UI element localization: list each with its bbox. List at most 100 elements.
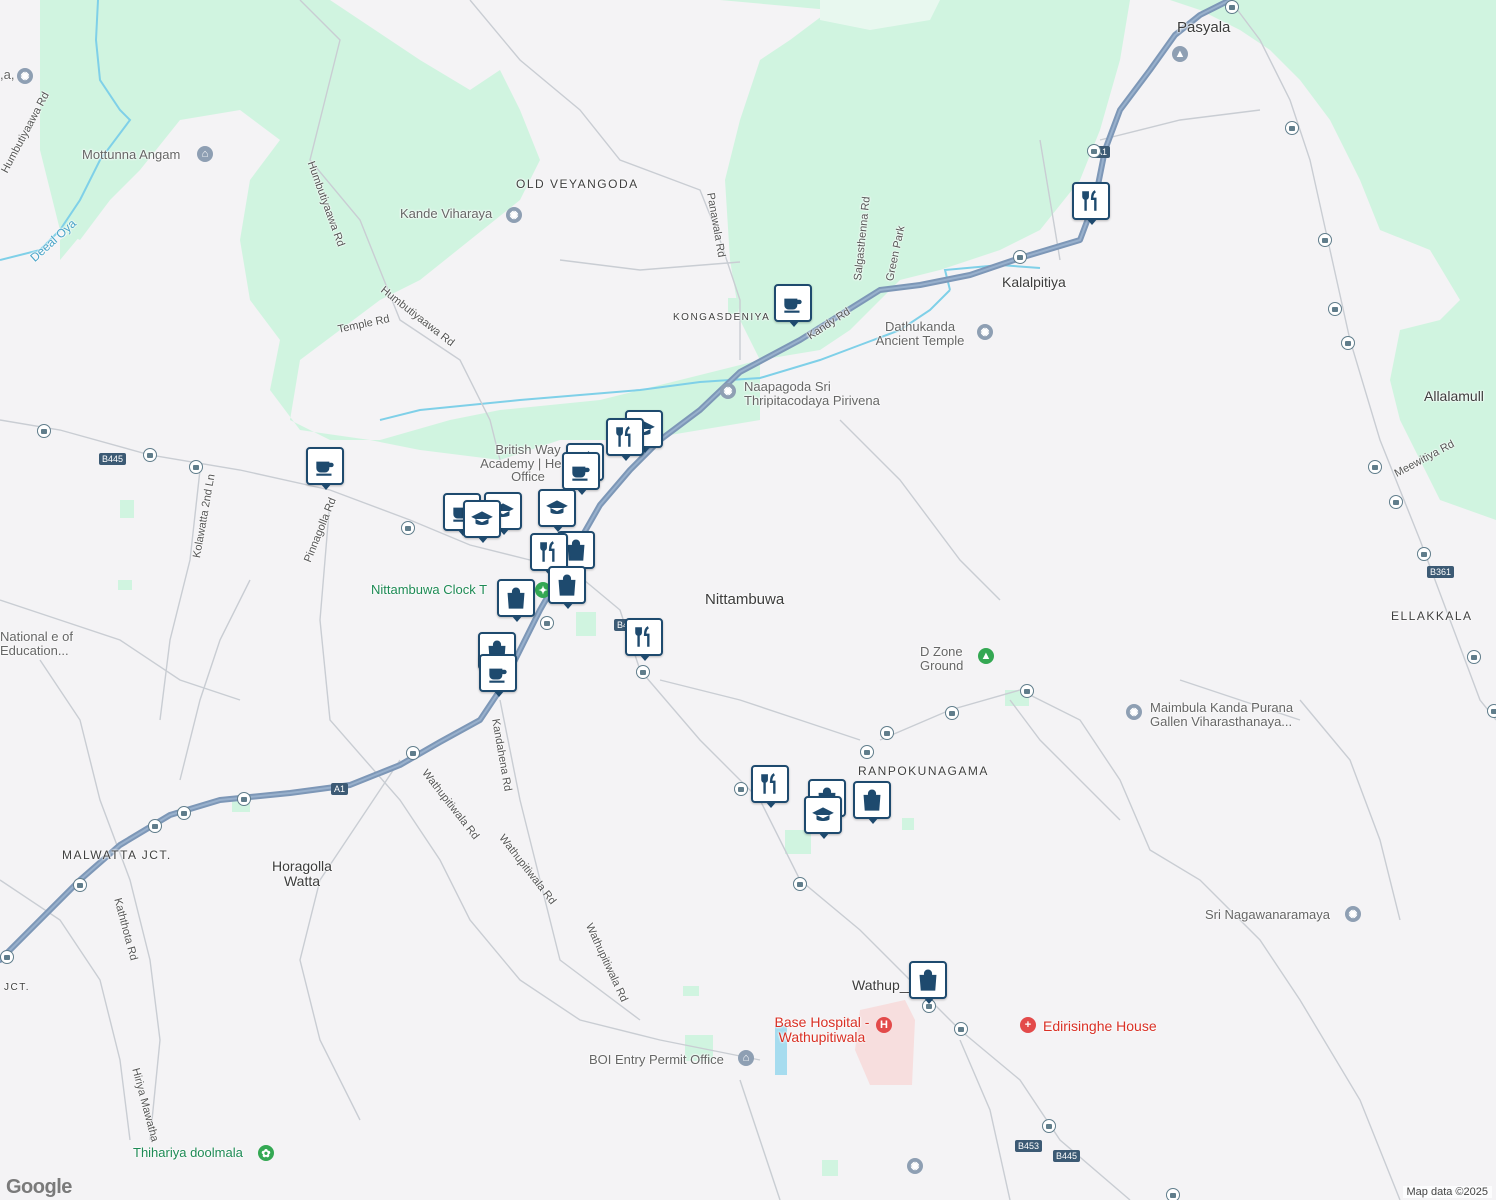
- map-canvas[interactable]: A1 A1 B445 B4 B361 B453 B445 Pasyala Kal…: [0, 0, 1496, 1200]
- place-ellakkala[interactable]: ELLAKKALA: [1391, 610, 1473, 623]
- poi-naapagoda[interactable]: Naapagoda Sri Thripitacodaya Pirivena: [744, 380, 896, 407]
- poi-dathukanda[interactable]: Dathukanda Ancient Temple: [868, 320, 972, 347]
- bus-stop-icon[interactable]: [1225, 0, 1239, 14]
- school-icon: [812, 807, 834, 821]
- poi-maimbula[interactable]: Maimbula Kanda Purana Gallen Viharasthan…: [1150, 701, 1310, 728]
- place-kalalpitiya[interactable]: Kalalpitiya: [1002, 275, 1066, 290]
- cafe-pin[interactable]: [774, 284, 812, 327]
- poi-d-zone-ground[interactable]: D Zone Ground: [920, 645, 976, 672]
- poi-edirisinghe-house[interactable]: Edirisinghe House: [1043, 1019, 1157, 1034]
- bus-stop-icon[interactable]: [1341, 336, 1355, 350]
- shopping-pin[interactable]: [548, 566, 586, 609]
- bus-stop-icon[interactable]: [945, 706, 959, 720]
- place-of-worship-icon[interactable]: ✺: [506, 207, 522, 223]
- bus-stop-icon[interactable]: [237, 792, 251, 806]
- bus-stop-icon[interactable]: [1020, 684, 1034, 698]
- shopping-bag-icon: [919, 969, 937, 991]
- restaurant-pin[interactable]: [751, 765, 789, 808]
- bus-stop-icon[interactable]: [880, 726, 894, 740]
- bus-stop-icon[interactable]: [0, 950, 14, 964]
- cafe-icon: [316, 461, 334, 476]
- shopping-pin[interactable]: [497, 579, 535, 622]
- restaurant-pin[interactable]: [606, 418, 644, 461]
- place-allalamull[interactable]: Allalamull: [1424, 389, 1484, 404]
- place-of-worship-icon[interactable]: ✺: [977, 324, 993, 340]
- shield-b361: B361: [1427, 566, 1455, 578]
- bus-stop-icon[interactable]: [734, 782, 748, 796]
- school-icon[interactable]: ▲: [1172, 46, 1188, 62]
- bus-stop-icon[interactable]: [793, 877, 807, 891]
- bus-stop-icon[interactable]: [1166, 1188, 1180, 1200]
- bus-stop-icon[interactable]: [1318, 233, 1332, 247]
- bus-stop-icon[interactable]: [73, 878, 87, 892]
- restaurant-pin[interactable]: [625, 618, 663, 661]
- poi-base-hospital[interactable]: Base Hospital - Wathupitiwala: [770, 1015, 874, 1045]
- place-of-worship-icon[interactable]: ✺: [720, 383, 736, 399]
- bus-stop-icon[interactable]: [954, 1022, 968, 1036]
- garden-icon[interactable]: ✿: [258, 1145, 274, 1161]
- restaurant-icon: [540, 541, 555, 562]
- bus-stop-icon[interactable]: [401, 521, 415, 535]
- place-jct[interactable]: JCT.: [4, 982, 30, 994]
- place-kongasdeniya[interactable]: KONGASDENIYA: [673, 312, 770, 324]
- bus-stop-icon[interactable]: [143, 448, 157, 462]
- cafe-icon: [572, 466, 590, 481]
- cafe-pin[interactable]: [306, 447, 344, 490]
- bus-stop-icon[interactable]: [1285, 121, 1299, 135]
- bus-stop-icon[interactable]: [1368, 460, 1382, 474]
- place-of-worship-icon[interactable]: ✺: [1126, 704, 1142, 720]
- shopping-bag-icon: [558, 574, 576, 596]
- bus-stop-icon[interactable]: [1087, 144, 1101, 158]
- bus-stop-icon[interactable]: [540, 616, 554, 630]
- cafe-pin[interactable]: [479, 654, 517, 697]
- bus-stop-icon[interactable]: [1467, 650, 1481, 664]
- shield-b445-bottom: B445: [1053, 1150, 1081, 1162]
- map-attribution[interactable]: Map data ©2025: [1402, 1186, 1492, 1198]
- school-pin[interactable]: [463, 500, 501, 543]
- poi-clock-tower[interactable]: Nittambuwa Clock T: [371, 583, 487, 597]
- place-old-veyangoda[interactable]: OLD VEYANGODA: [516, 178, 639, 191]
- bus-stop-icon[interactable]: [1389, 495, 1403, 509]
- place-of-worship-icon[interactable]: ✺: [17, 68, 33, 84]
- poi-thihariya-doolmala[interactable]: Thihariya doolmala: [133, 1146, 243, 1160]
- bus-stop-icon[interactable]: [1042, 1119, 1056, 1133]
- bus-stop-icon[interactable]: [860, 745, 874, 759]
- shield-b453: B453: [1015, 1140, 1043, 1152]
- hospital-icon[interactable]: H: [876, 1017, 892, 1033]
- bus-stop-icon[interactable]: [189, 460, 203, 474]
- poi-mottunna[interactable]: Mottunna Angam: [82, 148, 180, 162]
- restaurant-icon: [1082, 190, 1097, 211]
- cafe-pin[interactable]: [562, 452, 600, 495]
- poi-top-left-fragment: ,a,: [0, 67, 15, 82]
- poi-nagawanaramaya[interactable]: Sri Nagawanaramaya: [1205, 908, 1330, 922]
- school-pin[interactable]: [804, 796, 842, 839]
- shopping-pin[interactable]: [909, 961, 947, 1004]
- bus-stop-icon[interactable]: [177, 806, 191, 820]
- poi-national-education[interactable]: National e of Education...: [0, 630, 96, 657]
- bus-stop-icon[interactable]: [406, 746, 420, 760]
- school-pin[interactable]: [538, 489, 576, 532]
- place-pasyala[interactable]: Pasyala: [1177, 20, 1230, 36]
- place-nittambuwa[interactable]: Nittambuwa: [705, 592, 784, 608]
- place-of-worship-icon[interactable]: ✺: [1345, 906, 1361, 922]
- park-icon[interactable]: ▲: [978, 648, 994, 664]
- medical-icon[interactable]: +: [1020, 1017, 1036, 1033]
- museum-icon[interactable]: ⌂: [197, 146, 213, 162]
- bus-stop-icon[interactable]: [37, 424, 51, 438]
- bus-stop-icon[interactable]: [1328, 302, 1342, 316]
- place-ranpokunagama[interactable]: RANPOKUNAGAMA: [858, 765, 989, 778]
- poi-kande-viharaya[interactable]: Kande Viharaya: [400, 207, 492, 221]
- bus-stop-icon[interactable]: [1013, 250, 1027, 264]
- park-areas: [40, 0, 1496, 1176]
- bus-stop-icon[interactable]: [1487, 704, 1496, 718]
- restaurant-pin[interactable]: [1072, 182, 1110, 225]
- bus-stop-icon[interactable]: [1417, 547, 1431, 561]
- bus-stop-icon[interactable]: [636, 665, 650, 679]
- government-icon[interactable]: ⌂: [738, 1050, 754, 1066]
- place-horagolla-watta[interactable]: Horagolla Watta: [266, 859, 338, 889]
- place-malwatta-jct[interactable]: MALWATTA JCT.: [62, 849, 172, 862]
- poi-boi-office[interactable]: BOI Entry Permit Office: [589, 1053, 724, 1067]
- place-of-worship-icon[interactable]: ✺: [907, 1158, 923, 1174]
- shopping-pin[interactable]: [853, 781, 891, 824]
- bus-stop-icon[interactable]: [148, 819, 162, 833]
